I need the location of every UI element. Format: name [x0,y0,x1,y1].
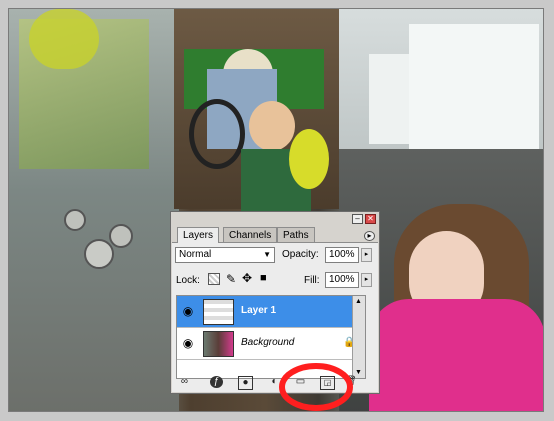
lock-position-icon[interactable]: ✥ [242,271,252,285]
eye-icon[interactable]: ◉ [179,334,197,352]
tab-paths[interactable]: Paths [277,227,315,242]
minimize-button[interactable]: – [352,214,363,224]
link-icon[interactable]: ∞ [178,376,191,388]
tab-layers[interactable]: Layers [177,227,220,243]
layer-name[interactable]: Layer 1 [241,305,276,316]
layer-name[interactable]: Background [241,337,294,348]
opacity-arrow-button[interactable]: ▸ [361,248,372,262]
layer-row[interactable]: ◉ Layer 1 [177,296,365,328]
lock-all-icon[interactable]: ■ [260,272,267,284]
fill-arrow-button[interactable]: ▸ [361,273,372,287]
lock-transparency-icon[interactable] [208,273,220,285]
tab-channels[interactable]: Channels [223,227,278,242]
chevron-down-icon: ▼ [263,250,271,259]
blend-mode-value: Normal [179,249,212,260]
opacity-label: Opacity: [282,249,319,260]
fill-label: Fill: [304,275,320,286]
eye-icon[interactable]: ◉ [179,302,197,320]
annotation-circle [279,363,353,411]
scroll-up-icon[interactable]: ▲ [355,298,362,305]
close-button[interactable]: ✕ [365,214,376,224]
mask-icon[interactable]: ● [238,376,253,390]
fill-field[interactable]: 100% [325,272,359,288]
layer-thumbnail [203,331,234,357]
panel-titlebar[interactable] [171,212,379,225]
fx-icon[interactable]: ƒ [210,376,223,388]
panel-menu-button[interactable]: ▸ [364,231,375,241]
lock-pixels-icon[interactable]: ✎ [226,272,236,286]
blend-mode-select[interactable]: Normal ▼ [175,247,275,263]
layer-thumbnail [203,299,234,325]
opacity-field[interactable]: 100% [325,247,359,263]
lock-label: Lock: [176,275,200,286]
